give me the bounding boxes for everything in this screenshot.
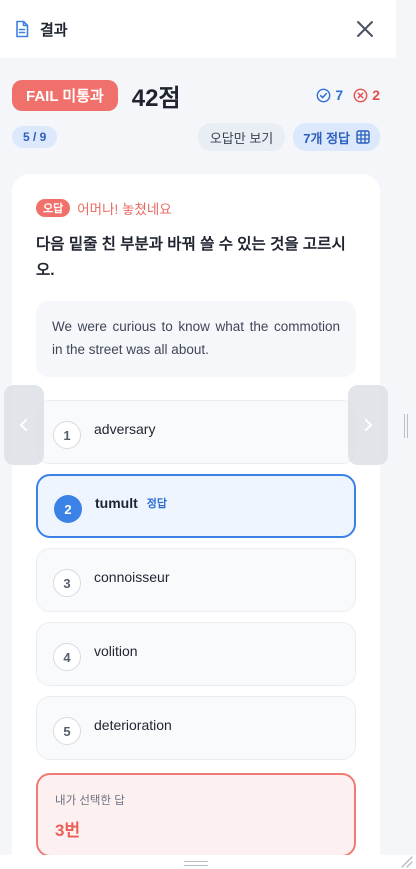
my-answer-box: 내가 선택한 답 3번 xyxy=(36,773,356,857)
correct-count-value: 7 xyxy=(335,87,344,103)
answer-counts: 7 2 xyxy=(316,87,380,103)
chevron-left-icon xyxy=(20,419,27,431)
option-2[interactable]: 2 tumult 정답 xyxy=(36,474,356,538)
question-prompt: 다음 밑줄 친 부분과 바꿔 쓸 수 있는 것을 고르시오. xyxy=(36,236,346,279)
x-circle-icon xyxy=(353,88,368,102)
option-number: 2 xyxy=(54,495,82,523)
option-text: tumult xyxy=(95,495,138,511)
previous-question-button[interactable] xyxy=(4,385,44,465)
bottom-bar xyxy=(0,855,416,869)
result-header: 결과 xyxy=(0,0,396,58)
answer-count-label: 7개 정답 xyxy=(303,130,350,146)
check-circle-icon xyxy=(317,88,331,102)
score-value: 42점 xyxy=(131,84,181,112)
page-title: 결과 xyxy=(40,21,68,39)
correct-count: 7 xyxy=(316,87,343,103)
chevron-right-icon xyxy=(365,419,372,431)
side-resize-handle[interactable] xyxy=(404,414,408,438)
window-edge xyxy=(396,0,416,58)
bottom-resize-handle[interactable] xyxy=(184,861,208,866)
wrong-count-value: 2 xyxy=(372,87,380,103)
option-number: 1 xyxy=(53,421,81,449)
option-5[interactable]: 5 deterioration xyxy=(36,696,356,760)
option-text: volition xyxy=(94,643,138,659)
correct-answer-tag: 정답 xyxy=(146,498,168,510)
result-summary: FAIL 미통과 42점 7 2 5 / 9 오답만 보기 7개 정답 xyxy=(0,58,396,152)
my-answer-value: 3번 xyxy=(55,821,81,840)
answer-grid-button[interactable]: 7개 정답 xyxy=(293,123,380,151)
grid-icon xyxy=(356,130,370,144)
option-number: 4 xyxy=(53,643,81,671)
option-3[interactable]: 3 connoisseur xyxy=(36,548,356,612)
question-card: 오답 어머나! 놓쳤네요 다음 밑줄 친 부분과 바꿔 쓸 수 있는 것을 고르… xyxy=(12,174,380,869)
resize-corner-icon[interactable] xyxy=(399,854,413,868)
option-number: 3 xyxy=(53,569,81,597)
option-number: 5 xyxy=(53,717,81,745)
option-text: deterioration xyxy=(94,717,172,733)
status-badge: FAIL 미통과 xyxy=(12,79,118,111)
close-icon[interactable] xyxy=(354,18,376,40)
wrong-tag: 오답 xyxy=(36,199,71,217)
option-text: connoisseur xyxy=(94,569,170,585)
question-passage: We were curious to know what the commoti… xyxy=(36,301,356,377)
option-4[interactable]: 4 volition xyxy=(36,622,356,686)
wrong-only-button[interactable]: 오답만 보기 xyxy=(197,123,286,151)
page-indicator: 5 / 9 xyxy=(12,126,58,148)
wrong-count: 2 xyxy=(353,87,380,103)
option-text: adversary xyxy=(94,421,156,437)
document-icon xyxy=(12,19,32,39)
next-question-button[interactable] xyxy=(348,385,388,465)
option-1[interactable]: 1 adversary xyxy=(36,400,356,464)
my-answer-label: 내가 선택한 답 xyxy=(55,795,125,807)
wrong-message: 어머나! 놓쳤네요 xyxy=(77,202,172,217)
